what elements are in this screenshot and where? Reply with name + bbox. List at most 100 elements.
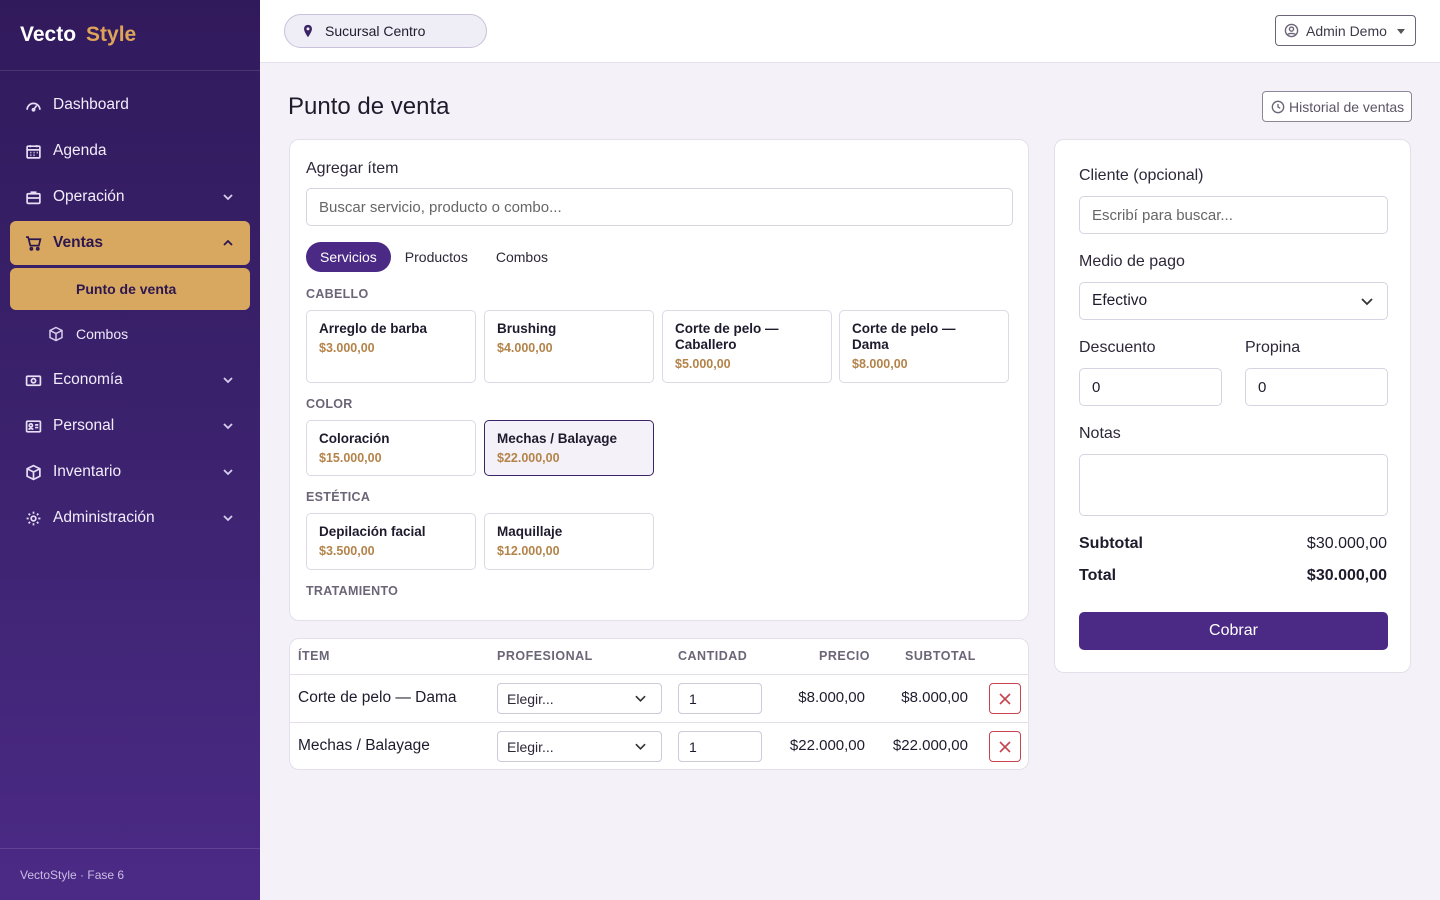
service-price: $3.000,00 [319,341,375,355]
service-price: $8.000,00 [852,357,908,371]
sidebar-item-economia[interactable]: Economía [10,358,250,402]
sidebar-item-personal[interactable]: Personal [10,404,250,448]
clock-icon [1271,100,1285,113]
gauge-icon [24,96,42,114]
sidebar-item-label: Inventario [53,463,122,480]
sidebar-item-dashboard[interactable]: Dashboard [10,83,250,127]
service-tile[interactable]: Corte de pelo — Caballero $5.000,00 [662,310,832,383]
charge-button[interactable]: Cobrar [1079,612,1388,650]
category-heading: COLOR [306,397,353,411]
sidebar-footer: VectoStyle · Fase 6 [0,848,260,900]
box-icon [24,463,42,481]
sales-history-button[interactable]: Historial de ventas [1262,91,1412,122]
category-heading: CABELLO [306,287,369,301]
box-icon [48,326,64,342]
map-pin-icon [304,24,312,38]
chevron-down-icon [222,419,234,431]
briefcase-icon [24,188,42,206]
sidebar-subitem-label: Combos [76,326,129,342]
sidebar-item-agenda[interactable]: Agenda [10,129,250,173]
service-name: Coloración [319,431,390,446]
branch-name: Sucursal Centro [325,23,426,39]
chevron-down-icon [635,742,646,751]
payment-method-value: Efectivo [1092,292,1148,309]
branch-selector[interactable]: Sucursal Centro [284,14,487,48]
chevron-up-icon [222,236,234,248]
sidebar-item-label: Personal [53,417,115,434]
payment-method-select[interactable]: Efectivo [1079,282,1388,320]
service-tile[interactable]: Brushing $4.000,00 [484,310,654,383]
sidebar-subitem-combos[interactable]: Combos [10,313,250,355]
add-item-card: Agregar ítem Servicios Productos Combos … [289,139,1029,621]
remove-item-button[interactable] [989,731,1021,762]
service-tile[interactable]: Corte de pelo — Dama $8.000,00 [839,310,1009,383]
chevron-down-icon [1361,297,1373,306]
caret-down-icon [1397,29,1405,34]
sidebar-item-operacion[interactable]: Operación [10,175,250,219]
service-price: $3.500,00 [319,544,375,558]
quantity-input[interactable] [678,683,762,714]
tip-input[interactable] [1245,368,1388,406]
chevron-down-icon [222,190,234,202]
total-label: Total [1079,567,1117,584]
service-name: Corte de pelo — Caballero [675,321,779,352]
client-label: Cliente (opcional) [1079,167,1204,184]
service-tile[interactable]: Maquillaje $12.000,00 [484,513,654,570]
quantity-input[interactable] [678,731,762,762]
sidebar-item-inventario[interactable]: Inventario [10,450,250,494]
cart-item-subtotal: $8.000,00 [901,689,968,706]
service-name: Maquillaje [497,524,563,539]
sidebar-item-ventas[interactable]: Ventas [10,221,250,265]
professional-select[interactable]: Elegir... [497,731,662,762]
client-search-input[interactable] [1079,196,1388,234]
professional-select-value: Elegir... [507,690,554,707]
service-price: $4.000,00 [497,341,553,355]
tab-combos[interactable]: Combos [482,242,562,272]
discount-input[interactable] [1079,368,1222,406]
close-icon [999,740,1011,753]
user-name: Admin Demo [1306,22,1387,39]
brand-logo[interactable]: Vecto Style [0,0,260,71]
column-header-price: PRECIO [819,649,870,663]
remove-item-button[interactable] [989,683,1021,714]
cart-item-subtotal: $22.000,00 [892,737,968,754]
service-tile-selected[interactable]: Mechas / Balayage $22.000,00 [484,420,654,476]
payment-card: Cliente (opcional) Medio de pago Efectiv… [1054,139,1411,673]
service-name: Mechas / Balayage [497,431,618,446]
tab-productos[interactable]: Productos [391,242,482,272]
sidebar-item-label: Dashboard [53,96,129,113]
sidebar-nav: Dashboard Agenda Operación Ventas Punto … [0,71,260,540]
service-tile[interactable]: Coloración $15.000,00 [306,420,476,476]
cart-item-price: $22.000,00 [789,737,865,754]
service-price: $22.000,00 [497,451,560,465]
sidebar-subitem-punto-de-venta[interactable]: Punto de venta [10,268,250,310]
service-tile[interactable]: Arreglo de barba $3.000,00 [306,310,476,383]
chevron-down-icon [222,511,234,523]
chevron-down-icon [222,373,234,385]
professional-select[interactable]: Elegir... [497,683,662,714]
chevron-down-icon [222,465,234,477]
service-tile[interactable]: Depilación facial $3.500,00 [306,513,476,570]
service-name: Corte de pelo — Dama [852,321,956,352]
professional-select-value: Elegir... [507,738,554,755]
column-header-professional: PROFESIONAL [497,649,593,663]
cart-item-name: Corte de pelo — Dama [298,689,457,706]
category-heading: ESTÉTICA [306,490,371,504]
topbar: Sucursal Centro Admin Demo [260,0,1440,63]
calendar-icon [24,142,42,160]
sidebar-item-label: Operación [53,188,125,205]
chevron-down-icon [635,694,646,703]
sidebar: Vecto Style Dashboard Agenda Operación V… [0,0,260,900]
tab-servicios[interactable]: Servicios [306,242,391,272]
column-header-quantity: CANTIDAD [678,649,748,663]
close-icon [999,692,1011,705]
subtotal-value: $30.000,00 [1306,535,1387,552]
item-search-input[interactable] [306,188,1013,226]
notes-textarea[interactable] [1079,454,1388,516]
sidebar-item-administracion[interactable]: Administración [10,496,250,540]
gear-icon [24,509,42,527]
sales-history-label: Historial de ventas [1289,98,1405,115]
sidebar-subitem-label: Punto de venta [76,281,177,297]
user-menu-button[interactable]: Admin Demo [1275,15,1416,46]
discount-label: Descuento [1079,339,1156,356]
